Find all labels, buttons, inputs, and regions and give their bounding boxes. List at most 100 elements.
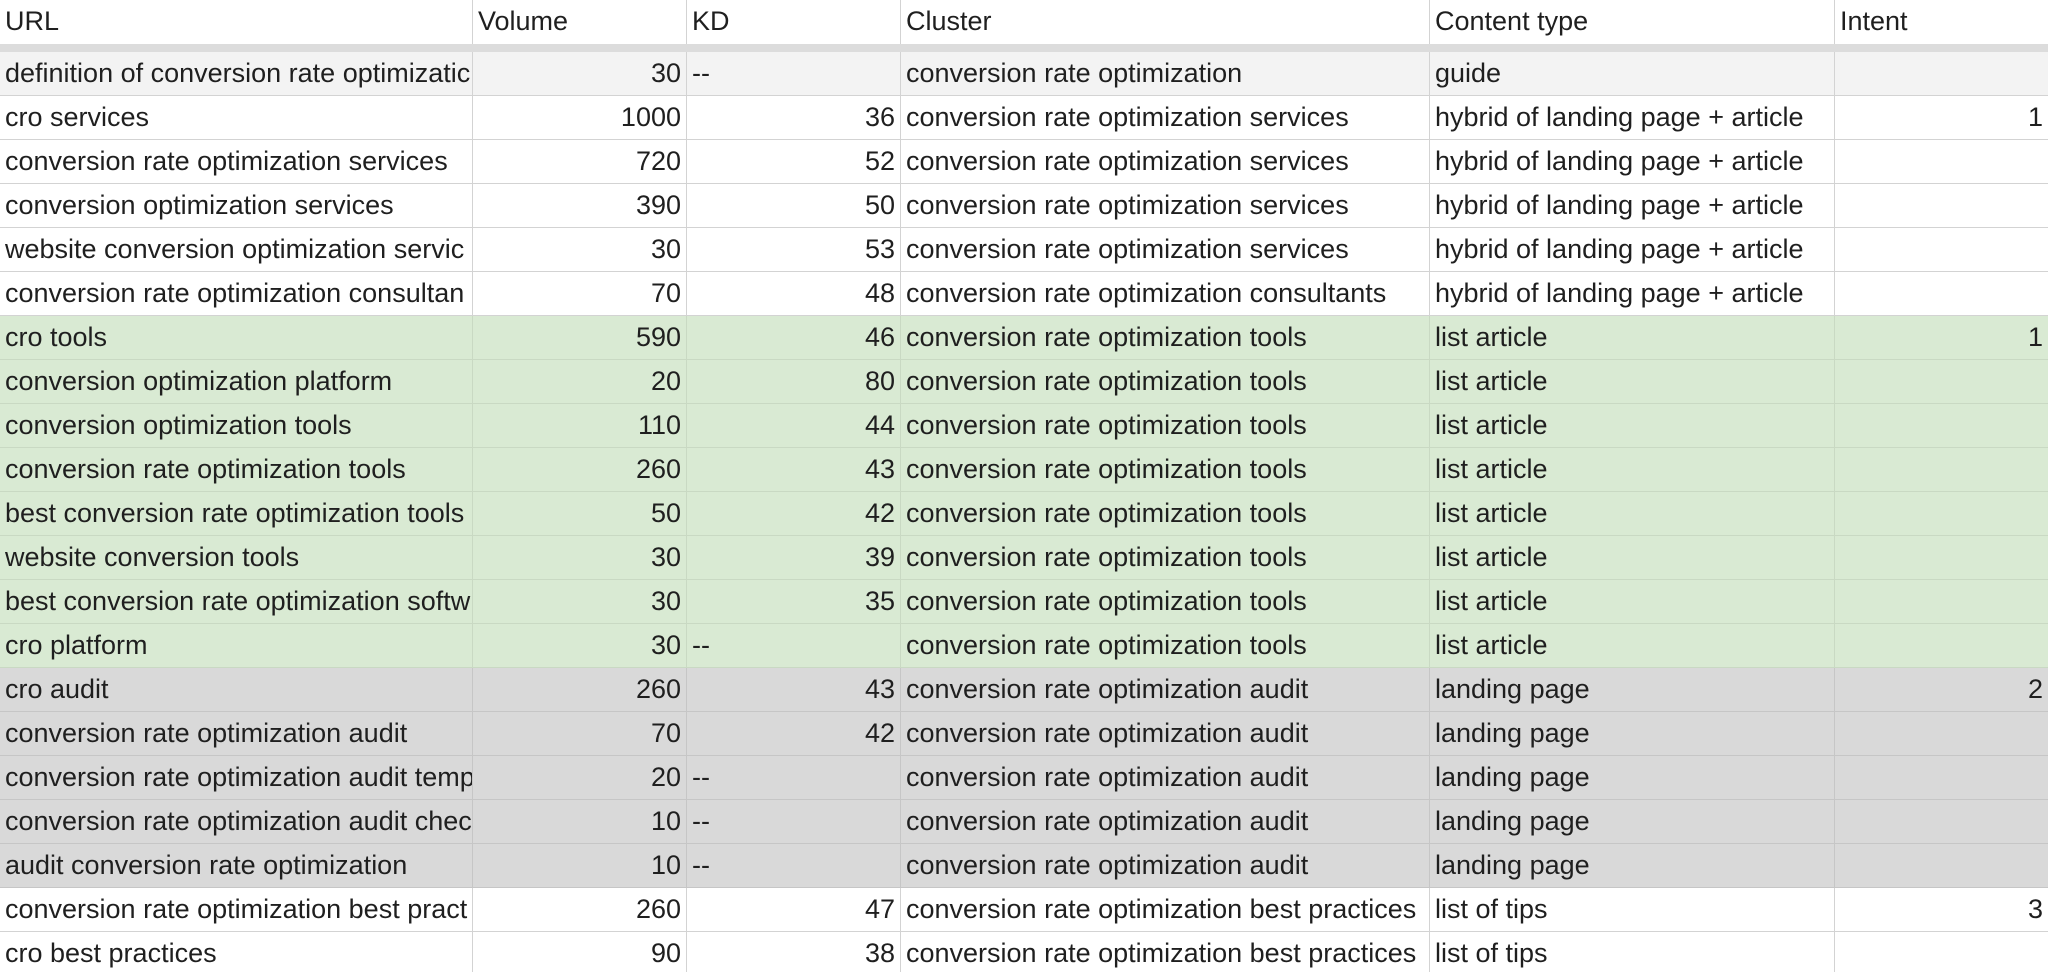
header-kd[interactable]: KD (687, 0, 901, 44)
cell-intent[interactable] (1835, 404, 2048, 447)
cell-intent[interactable] (1835, 536, 2048, 579)
cell-content-type[interactable]: landing page (1430, 844, 1835, 887)
cell-intent[interactable] (1835, 140, 2048, 183)
cell-kd[interactable]: -- (687, 756, 901, 799)
cell-volume[interactable]: 30 (473, 580, 687, 623)
cell-volume[interactable]: 20 (473, 360, 687, 403)
header-volume[interactable]: Volume (473, 0, 687, 44)
cell-url[interactable]: conversion optimization tools (0, 404, 473, 447)
cell-kd[interactable]: 42 (687, 712, 901, 755)
cell-kd[interactable]: 43 (687, 448, 901, 491)
cell-url[interactable]: website conversion optimization servic (0, 228, 473, 271)
cell-volume[interactable]: 30 (473, 536, 687, 579)
cell-url[interactable]: conversion rate optimization best pract (0, 888, 473, 931)
cell-cluster[interactable]: conversion rate optimization tools (901, 316, 1430, 359)
cell-kd[interactable]: 38 (687, 932, 901, 972)
cell-content-type[interactable]: list article (1430, 580, 1835, 623)
cell-cluster[interactable]: conversion rate optimization services (901, 140, 1430, 183)
cell-cluster[interactable]: conversion rate optimization tools (901, 492, 1430, 535)
cell-intent[interactable] (1835, 800, 2048, 843)
cell-cluster[interactable]: conversion rate optimization audit (901, 712, 1430, 755)
cell-kd[interactable]: 47 (687, 888, 901, 931)
cell-intent[interactable] (1835, 272, 2048, 315)
cell-kd[interactable]: 42 (687, 492, 901, 535)
cell-intent[interactable] (1835, 360, 2048, 403)
cell-volume[interactable]: 590 (473, 316, 687, 359)
cell-content-type[interactable]: list of tips (1430, 932, 1835, 972)
cell-kd[interactable]: 35 (687, 580, 901, 623)
cell-url[interactable]: conversion rate optimization audit temp (0, 756, 473, 799)
cell-intent[interactable]: 3 (1835, 888, 2048, 931)
cell-kd[interactable]: 36 (687, 96, 901, 139)
cell-volume[interactable]: 390 (473, 184, 687, 227)
cell-cluster[interactable]: conversion rate optimization services (901, 228, 1430, 271)
cell-intent[interactable] (1835, 184, 2048, 227)
cell-cluster[interactable]: conversion rate optimization tools (901, 580, 1430, 623)
cell-url[interactable]: conversion rate optimization audit chec (0, 800, 473, 843)
cell-kd[interactable]: -- (687, 52, 901, 95)
cell-url[interactable]: conversion rate optimization tools (0, 448, 473, 491)
cell-content-type[interactable]: list article (1430, 360, 1835, 403)
cell-kd[interactable]: 46 (687, 316, 901, 359)
cell-content-type[interactable]: landing page (1430, 712, 1835, 755)
cell-cluster[interactable]: conversion rate optimization best practi… (901, 932, 1430, 972)
cell-cluster[interactable]: conversion rate optimization (901, 52, 1430, 95)
cell-intent[interactable] (1835, 52, 2048, 95)
cell-intent[interactable]: 1 (1835, 316, 2048, 359)
cell-url[interactable]: conversion rate optimization consultan (0, 272, 473, 315)
cell-volume[interactable]: 30 (473, 228, 687, 271)
cell-volume[interactable]: 70 (473, 272, 687, 315)
cell-content-type[interactable]: hybrid of landing page + article (1430, 96, 1835, 139)
cell-intent[interactable] (1835, 712, 2048, 755)
cell-kd[interactable]: -- (687, 844, 901, 887)
cell-cluster[interactable]: conversion rate optimization best practi… (901, 888, 1430, 931)
cell-content-type[interactable]: landing page (1430, 800, 1835, 843)
cell-content-type[interactable]: hybrid of landing page + article (1430, 228, 1835, 271)
cell-volume[interactable]: 720 (473, 140, 687, 183)
cell-url[interactable]: conversion optimization services (0, 184, 473, 227)
cell-intent[interactable] (1835, 844, 2048, 887)
header-cluster[interactable]: Cluster (901, 0, 1430, 44)
header-content-type[interactable]: Content type (1430, 0, 1835, 44)
cell-cluster[interactable]: conversion rate optimization tools (901, 624, 1430, 667)
cell-cluster[interactable]: conversion rate optimization services (901, 184, 1430, 227)
header-url[interactable]: URL (0, 0, 473, 44)
cell-volume[interactable]: 70 (473, 712, 687, 755)
cell-volume[interactable]: 30 (473, 52, 687, 95)
cell-content-type[interactable]: list of tips (1430, 888, 1835, 931)
cell-kd[interactable]: 53 (687, 228, 901, 271)
cell-cluster[interactable]: conversion rate optimization audit (901, 844, 1430, 887)
cell-content-type[interactable]: list article (1430, 492, 1835, 535)
cell-intent[interactable] (1835, 492, 2048, 535)
cell-url[interactable]: cro best practices (0, 932, 473, 972)
cell-cluster[interactable]: conversion rate optimization tools (901, 536, 1430, 579)
cell-volume[interactable]: 10 (473, 800, 687, 843)
cell-kd[interactable]: 80 (687, 360, 901, 403)
cell-intent[interactable]: 2 (1835, 668, 2048, 711)
cell-url[interactable]: conversion rate optimization audit (0, 712, 473, 755)
cell-content-type[interactable]: landing page (1430, 668, 1835, 711)
cell-cluster[interactable]: conversion rate optimization audit (901, 756, 1430, 799)
cell-kd[interactable]: 52 (687, 140, 901, 183)
cell-url[interactable]: definition of conversion rate optimizati… (0, 52, 473, 95)
cell-url[interactable]: cro platform (0, 624, 473, 667)
cell-content-type[interactable]: list article (1430, 624, 1835, 667)
cell-url[interactable]: best conversion rate optimization softw (0, 580, 473, 623)
cell-content-type[interactable]: hybrid of landing page + article (1430, 184, 1835, 227)
cell-intent[interactable] (1835, 448, 2048, 491)
header-intent[interactable]: Intent (1835, 0, 2048, 44)
cell-volume[interactable]: 10 (473, 844, 687, 887)
cell-url[interactable]: conversion rate optimization services (0, 140, 473, 183)
cell-content-type[interactable]: list article (1430, 404, 1835, 447)
cell-volume[interactable]: 20 (473, 756, 687, 799)
cell-intent[interactable] (1835, 756, 2048, 799)
cell-kd[interactable]: -- (687, 800, 901, 843)
cell-content-type[interactable]: list article (1430, 448, 1835, 491)
cell-intent[interactable] (1835, 580, 2048, 623)
cell-volume[interactable]: 260 (473, 888, 687, 931)
cell-cluster[interactable]: conversion rate optimization tools (901, 360, 1430, 403)
cell-volume[interactable]: 260 (473, 448, 687, 491)
cell-kd[interactable]: 50 (687, 184, 901, 227)
cell-url[interactable]: website conversion tools (0, 536, 473, 579)
cell-cluster[interactable]: conversion rate optimization consultants (901, 272, 1430, 315)
